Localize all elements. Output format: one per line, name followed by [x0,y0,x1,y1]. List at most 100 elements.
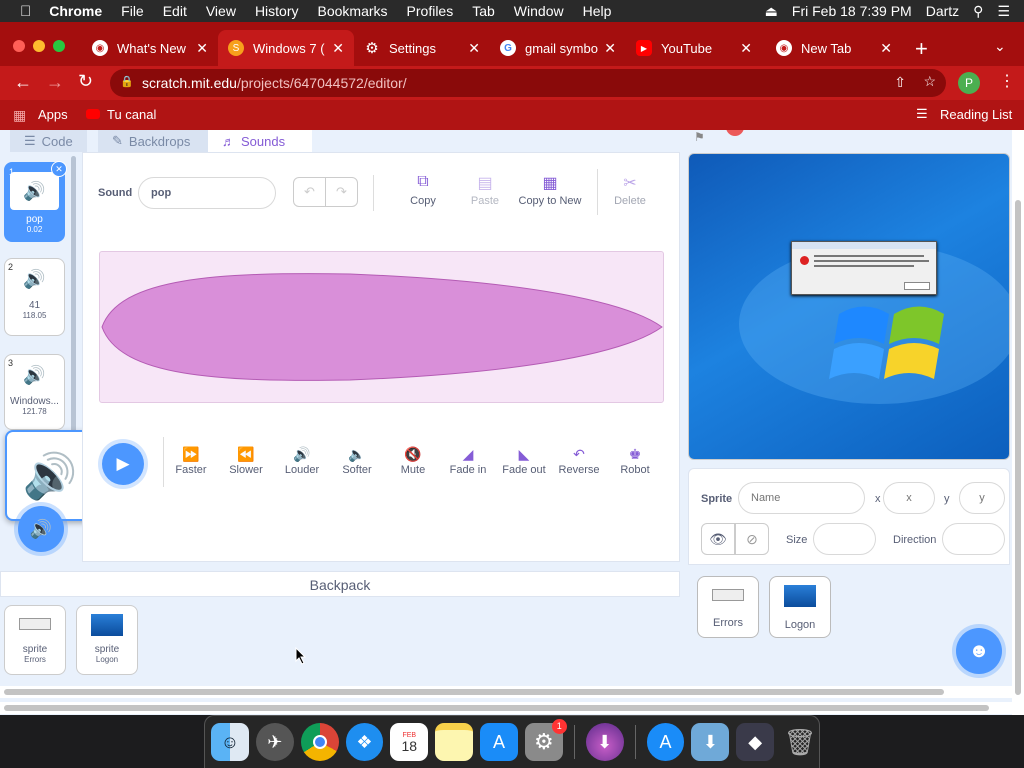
size-input[interactable] [813,523,876,555]
sprite-item[interactable]: Errors [697,576,759,638]
notes-icon[interactable] [435,723,474,761]
effect-robot-button[interactable]: ♚ Robot [607,446,663,476]
minimize-window-button[interactable] [33,40,45,52]
trash-icon[interactable]: 🗑 [781,723,819,761]
delete-sound-icon[interactable]: ✕ [51,161,67,177]
direction-input[interactable] [942,523,1005,555]
vertical-scrollbar[interactable] [1012,130,1024,715]
effect-fade-out-button[interactable]: ◣ Fade out [496,446,552,476]
tab-sounds[interactable]: ♬ Sounds [208,130,312,152]
close-window-button[interactable] [13,40,25,52]
delete-button[interactable]: ✂ Delete [605,173,655,207]
close-tab-icon[interactable]: ✕ [332,40,344,57]
copy-button[interactable]: ⧉ Copy [398,173,448,207]
backpack-item[interactable]: sprite Logon [76,605,138,675]
menu-file[interactable]: File [121,3,144,19]
user-name[interactable]: Dartz [926,3,959,19]
sound-item[interactable]: 3 🔊 Windows... 121.78 [4,354,65,430]
chrome-menu-icon[interactable]: ⋮ [999,71,1015,91]
sprite-item[interactable]: Logon [769,576,831,638]
play-button[interactable]: ▶ [102,443,144,485]
clock[interactable]: Fri Feb 18 7:39 PM [792,3,912,19]
redo-button[interactable]: ↷ [325,177,358,207]
safari-icon[interactable]: ❖ [345,723,384,761]
forward-icon[interactable]: → [46,72,64,93]
choose-sprite-button[interactable]: ☻ [956,628,1002,674]
chrome-icon[interactable] [300,723,339,761]
effect-faster-button[interactable]: ⏩ Faster [163,446,219,476]
stack-icon[interactable]: ◆ [736,723,775,761]
browser-tab[interactable]: ◉ New Tab ✕ [766,30,902,66]
horizontal-scrollbar[interactable] [0,686,1018,698]
bookmark-tu-canal[interactable]: Tu canal [107,107,156,122]
sound-item[interactable]: 2 🔊 41 118.05 [4,258,65,336]
paste-button[interactable]: ▤ Paste [460,173,510,207]
eject-icon[interactable]: ⏏ [765,3,778,20]
tab-search-icon[interactable]: ⌄ [994,38,1006,55]
hide-sprite-button[interactable]: ⊘ [735,523,769,555]
show-sprite-button[interactable]: 👁 [701,523,735,555]
browser-tab[interactable]: ◉ What's New ✕ [82,30,218,66]
browser-tab-active[interactable]: S Windows 7 (✕ [218,30,354,66]
copy-to-new-button[interactable]: ▦ Copy to New [515,173,585,207]
menu-app-name[interactable]: Chrome [49,3,102,19]
menu-tab[interactable]: Tab [472,3,495,19]
finder-icon[interactable]: ☺ [211,723,249,761]
menu-view[interactable]: View [206,3,236,19]
browser-tab[interactable]: ⚙ Settings ✕ [354,30,490,66]
waveform-container[interactable] [99,251,664,403]
undo-button[interactable]: ↶ [293,177,326,207]
maximize-window-button[interactable] [53,40,65,52]
menu-history[interactable]: History [255,3,299,19]
new-tab-button[interactable]: + [915,36,928,62]
address-bar[interactable]: 🔒 scratch.mit.edu/projects/647044572/edi… [110,69,946,97]
sound-name-input[interactable] [138,177,276,209]
stop-icon[interactable] [726,130,744,136]
x-input[interactable] [883,482,935,514]
reading-list[interactable]: Reading List [940,107,1012,122]
calendar-icon[interactable]: FEB 18 [390,723,429,761]
y-input[interactable] [959,482,1005,514]
menu-edit[interactable]: Edit [163,3,187,19]
close-tab-icon[interactable]: ✕ [880,40,892,57]
downloads-app-icon[interactable]: ⬇ [585,723,624,761]
system-preferences-icon[interactable]: ⚙ 1 [524,719,567,761]
control-center-icon[interactable]: ☰ [997,3,1010,20]
effect-reverse-button[interactable]: ↶ Reverse [551,446,607,476]
sound-item[interactable]: 1 🔊 pop 0.02 ✕ [4,161,67,242]
backpack-header[interactable]: Backpack [0,571,680,597]
menu-help[interactable]: Help [583,3,612,19]
menu-bookmarks[interactable]: Bookmarks [318,3,388,19]
search-icon[interactable]: ⚲ [973,3,983,20]
close-tab-icon[interactable]: ✕ [740,40,752,57]
tab-backdrops[interactable]: ✎ Backdrops [98,130,208,152]
backpack-item[interactable]: sprite Errors [4,605,66,675]
sound-list-scrollbar[interactable] [71,156,76,436]
downloads-folder-icon[interactable]: ⬇ [691,723,730,761]
apple-icon[interactable]:  [20,3,31,20]
share-icon[interactable]: ⇧ [894,74,906,91]
effect-louder-button[interactable]: 🔊 Louder [274,446,330,476]
close-tab-icon[interactable]: ✕ [468,40,480,57]
page-horizontal-scrollbar[interactable] [0,702,1018,714]
browser-tab[interactable]: G gmail symbo ✕ [490,30,626,66]
menu-window[interactable]: Window [514,3,564,19]
launchpad-icon[interactable]: ✈ [255,723,294,761]
apps-icon[interactable]: ▦ [13,107,26,124]
add-sound-button[interactable]: 🔊 [18,506,64,552]
effect-softer-button[interactable]: 🔈 Softer [329,446,385,476]
browser-tab[interactable]: ▶ YouTube ✕ [626,30,762,66]
effect-mute-button[interactable]: 🔇 Mute [385,446,441,476]
profile-avatar[interactable]: P [958,72,980,94]
close-tab-icon[interactable]: ✕ [604,40,616,57]
close-tab-icon[interactable]: ✕ [196,40,208,57]
menu-profiles[interactable]: Profiles [407,3,454,19]
app-store-folder-icon[interactable]: A [646,723,685,761]
bookmark-star-icon[interactable]: ☆ [923,73,936,90]
stage[interactable] [688,153,1010,460]
tab-code[interactable]: ☰ Code [10,130,87,152]
effect-fade-in-button[interactable]: ◢ Fade in [440,446,496,476]
app-store-icon[interactable]: A [480,723,518,761]
bookmark-apps[interactable]: Apps [38,107,68,122]
green-flag-icon[interactable]: ⚑ [694,130,705,144]
